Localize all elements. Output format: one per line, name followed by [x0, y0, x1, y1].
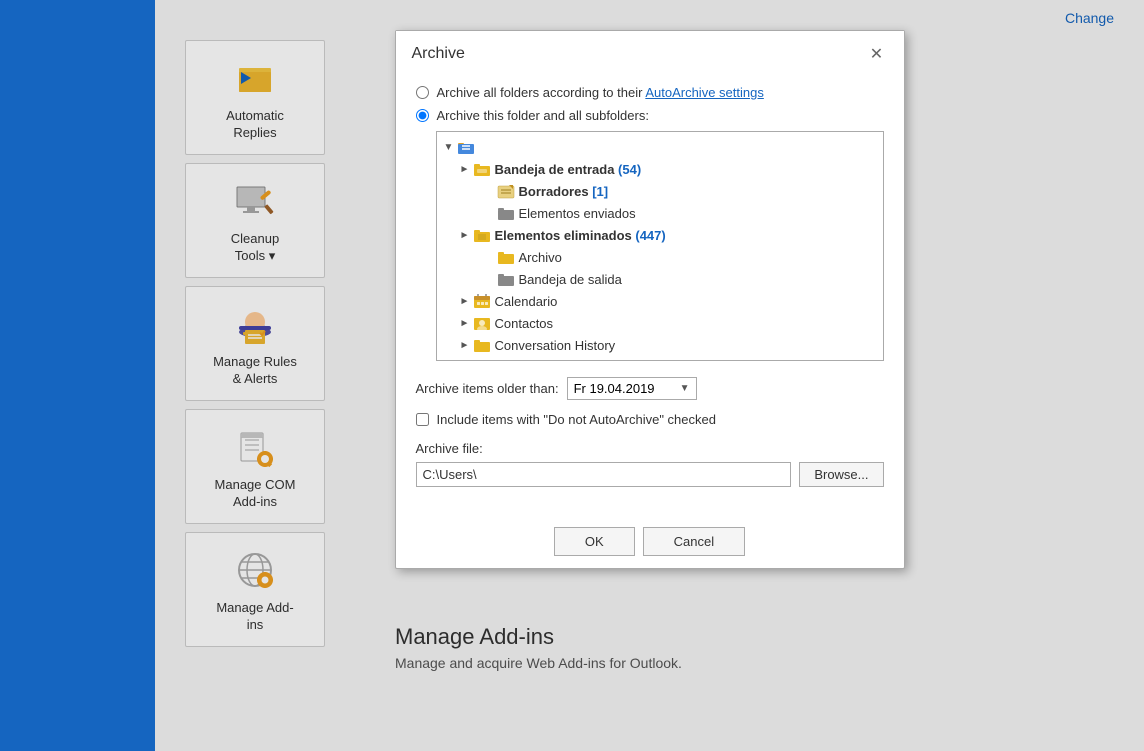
archive-dialog: Archive ✕ Archive all folders according … [395, 30, 905, 569]
tree-row-salida[interactable]: Bandeja de salida [437, 268, 867, 290]
radio-all-folders[interactable] [416, 86, 429, 99]
dialog-title-bar: Archive ✕ [396, 31, 904, 75]
sent-icon [497, 205, 515, 221]
draft-icon [497, 183, 515, 199]
date-value: Fr 19.04.2019 [574, 381, 655, 396]
radio-row-1: Archive all folders according to their A… [416, 85, 884, 100]
trash-icon [473, 227, 491, 243]
folder-tree-container[interactable]: ▼ ► [436, 131, 884, 361]
dialog-title: Archive [412, 45, 465, 63]
dialog-close-button[interactable]: ✕ [866, 43, 888, 65]
expand-borradores [481, 183, 497, 199]
browse-button[interactable]: Browse... [799, 462, 883, 487]
expand-calendario[interactable]: ► [457, 293, 473, 309]
calendar-icon [473, 293, 491, 309]
archive-older-row: Archive items older than: Fr 19.04.2019 … [416, 377, 884, 400]
modal-overlay: Archive ✕ Archive all folders according … [155, 0, 1144, 751]
inbox-icon [473, 161, 491, 177]
tree-row-contactos[interactable]: ► Contactos [437, 312, 867, 334]
dialog-body: Archive all folders according to their A… [396, 75, 904, 519]
tree-row-calendario[interactable]: ► Calendario [437, 290, 867, 312]
expand-salida [481, 271, 497, 287]
dialog-buttons: OK Cancel [396, 519, 904, 568]
outbox-icon [497, 271, 515, 287]
archivo-folder-icon [497, 249, 515, 265]
contactos-label: Contactos [495, 316, 554, 331]
expand-enviados [481, 205, 497, 221]
date-dropdown[interactable]: Fr 19.04.2019 ▼ [567, 377, 697, 400]
archive-older-label: Archive items older than: [416, 381, 559, 396]
tree-row-bandeja[interactable]: ► Bandeja de entrada (54) [437, 158, 867, 180]
eliminados-label: Elementos eliminados (447) [495, 228, 666, 243]
tree-row-enviados[interactable]: Elementos enviados [437, 202, 867, 224]
salida-label: Bandeja de salida [519, 272, 622, 287]
file-row: Browse... [416, 462, 884, 487]
contacts-icon [473, 315, 491, 331]
dropdown-arrow-icon: ▼ [680, 383, 690, 394]
main-content: Change on vacation, or not archiving. ag… [155, 0, 1144, 751]
tree-row-conversation[interactable]: ► Conversation History [437, 334, 867, 356]
archivo-label: Archivo [519, 250, 562, 265]
conversation-label: Conversation History [495, 338, 616, 353]
archive-file-input[interactable] [416, 462, 792, 487]
borradores-label: Borradores [1] [519, 184, 609, 199]
expand-root[interactable]: ▼ [441, 139, 457, 155]
tree-row-archivo[interactable]: Archivo [437, 246, 867, 268]
tree-row-eliminados[interactable]: ► Elementos eliminados (447) [437, 224, 867, 246]
tree-row-root[interactable]: ▼ [437, 136, 867, 158]
expand-bandeja[interactable]: ► [457, 161, 473, 177]
calendario-label: Calendario [495, 294, 558, 309]
radio-row-2: Archive this folder and all subfolders: [416, 108, 884, 123]
do-not-autoarchive-checkbox[interactable] [416, 413, 429, 426]
expand-archivo [481, 249, 497, 265]
folder-tree: ▼ ► [437, 132, 883, 360]
checkbox-label[interactable]: Include items with "Do not AutoArchive" … [437, 412, 716, 427]
radio-this-folder[interactable] [416, 109, 429, 122]
archive-file-label: Archive file: [416, 441, 884, 456]
archive-file-section: Archive file: Browse... [416, 441, 884, 487]
enviados-label: Elementos enviados [519, 206, 636, 221]
checkbox-row: Include items with "Do not AutoArchive" … [416, 412, 884, 427]
radio-label-1[interactable]: Archive all folders according to their A… [437, 85, 764, 100]
expand-conversation[interactable]: ► [457, 337, 473, 353]
expand-contactos[interactable]: ► [457, 315, 473, 331]
cancel-button[interactable]: Cancel [643, 527, 745, 556]
autoarchive-link[interactable]: AutoArchive settings [645, 85, 764, 100]
root-icon [457, 139, 475, 155]
conversation-folder-icon [473, 337, 491, 353]
tree-row-borradores[interactable]: Borradores [1] [437, 180, 867, 202]
sidebar [0, 0, 155, 751]
ok-button[interactable]: OK [554, 527, 635, 556]
radio-label-2[interactable]: Archive this folder and all subfolders: [437, 108, 649, 123]
bandeja-label: Bandeja de entrada (54) [495, 162, 642, 177]
expand-eliminados[interactable]: ► [457, 227, 473, 243]
